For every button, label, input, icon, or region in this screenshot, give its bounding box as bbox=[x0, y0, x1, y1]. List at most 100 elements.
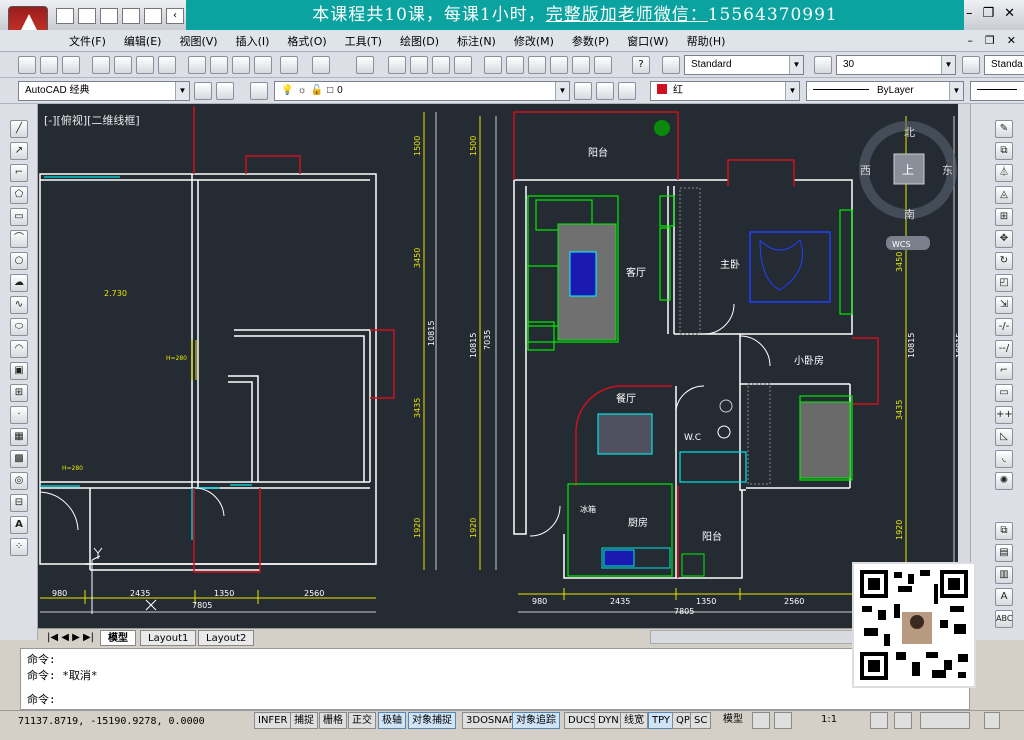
toggle-lineweight[interactable]: 线宽 bbox=[620, 712, 648, 729]
workspace-select[interactable]: AutoCAD 经典 ▼ bbox=[18, 81, 190, 101]
layer-state-icon[interactable] bbox=[618, 82, 636, 100]
draw-order-icon[interactable]: ⧉ bbox=[995, 522, 1013, 540]
send-back-icon[interactable]: ▥ bbox=[995, 566, 1013, 584]
model-space-button[interactable]: 模型 bbox=[720, 712, 746, 729]
point-icon[interactable]: · bbox=[10, 406, 28, 424]
toggle-ortho[interactable]: 正交 bbox=[348, 712, 376, 729]
layer-manager-icon[interactable] bbox=[250, 82, 268, 100]
drawing-canvas[interactable]: 2.730 H=280 H=280 980 2435 1350 2560 780… bbox=[38, 104, 970, 628]
chevron-down-icon[interactable]: ▼ bbox=[175, 82, 189, 100]
clean-screen-icon[interactable] bbox=[984, 712, 1000, 729]
viewcube-top-face[interactable]: 上 bbox=[902, 163, 914, 177]
abc-icon[interactable]: ABC bbox=[995, 610, 1013, 628]
toggle-dyn[interactable]: DYN bbox=[594, 712, 623, 729]
hatch-icon[interactable]: ▦ bbox=[10, 428, 28, 446]
tab-nav-arrows[interactable]: |◀ ◀ ▶ ▶| bbox=[40, 630, 101, 646]
design-center-icon[interactable] bbox=[506, 56, 524, 74]
auto-scale-icon[interactable] bbox=[894, 712, 912, 729]
gradient-icon[interactable]: ▩ bbox=[10, 450, 28, 468]
pan-icon[interactable] bbox=[388, 56, 406, 74]
command-window[interactable]: 命令: 命令: *取消* 命令: bbox=[20, 648, 970, 710]
quick-view-icon[interactable] bbox=[774, 712, 792, 729]
menu-item-0[interactable]: 文件(F) bbox=[60, 30, 115, 51]
rectangle-icon[interactable]: ▭ bbox=[10, 208, 28, 226]
table-icon[interactable]: ⊟ bbox=[10, 494, 28, 512]
sheet-set-icon[interactable] bbox=[550, 56, 568, 74]
tab-layout1[interactable]: Layout1 bbox=[140, 630, 197, 646]
publish-icon[interactable] bbox=[136, 56, 154, 74]
join-icon[interactable]: ++ bbox=[995, 406, 1013, 424]
3d-dwf-icon[interactable] bbox=[158, 56, 176, 74]
tab-model[interactable]: 模型 bbox=[100, 630, 136, 646]
save-as-icon[interactable] bbox=[122, 8, 140, 24]
workspace-settings-icon[interactable] bbox=[194, 82, 212, 100]
erase-icon[interactable]: ✎ bbox=[995, 120, 1013, 138]
polyline-icon[interactable]: ⌐ bbox=[10, 164, 28, 182]
explode-icon[interactable]: ✺ bbox=[995, 472, 1013, 490]
menu-item-5[interactable]: 工具(T) bbox=[336, 30, 391, 51]
color-select[interactable]: 红 ▼ bbox=[650, 81, 800, 101]
scale-icon[interactable]: ◰ bbox=[995, 274, 1013, 292]
restore-icon[interactable]: ❐ bbox=[983, 6, 995, 21]
chevron-down-icon[interactable]: ▼ bbox=[949, 82, 963, 100]
undo-icon[interactable]: ‹ bbox=[166, 8, 184, 24]
text-front-icon[interactable]: A bbox=[995, 588, 1013, 606]
bring-front-icon[interactable]: ▤ bbox=[995, 544, 1013, 562]
circle-icon[interactable]: ○ bbox=[10, 252, 28, 270]
toggle-tpy[interactable]: TPY bbox=[648, 712, 675, 729]
wcs-label[interactable]: WCS bbox=[892, 240, 911, 249]
menu-item-7[interactable]: 标注(N) bbox=[448, 30, 505, 51]
menu-item-2[interactable]: 视图(V) bbox=[170, 30, 226, 51]
fillet-icon[interactable]: ◟ bbox=[995, 450, 1013, 468]
undo-icon[interactable] bbox=[312, 56, 330, 74]
toggle-osnap[interactable]: 对象捕捉 bbox=[408, 712, 456, 729]
polygon-icon[interactable]: ⬠ bbox=[10, 186, 28, 204]
save-icon[interactable] bbox=[100, 8, 118, 24]
menu-item-11[interactable]: 帮助(H) bbox=[678, 30, 735, 51]
toggle-otrack[interactable]: 对象追踪 bbox=[512, 712, 560, 729]
open-icon[interactable] bbox=[40, 56, 58, 74]
layer-select[interactable]: 💡 ☼ 🔓 □ 0 ▼ bbox=[274, 81, 570, 101]
zoom-previous-icon[interactable] bbox=[454, 56, 472, 74]
copy-icon[interactable] bbox=[210, 56, 228, 74]
menu-item-6[interactable]: 绘图(D) bbox=[391, 30, 448, 51]
table-style-icon[interactable] bbox=[962, 56, 980, 74]
toggle-3dosnap[interactable]: 3DOSNAP bbox=[462, 712, 519, 729]
viewport-label[interactable]: [-][俯视][二维线框] bbox=[44, 112, 140, 128]
tab-layout2[interactable]: Layout2 bbox=[198, 630, 255, 646]
text-style-select[interactable]: Standard ▼ bbox=[684, 55, 804, 75]
move-icon[interactable]: ✥ bbox=[995, 230, 1013, 248]
menu-item-1[interactable]: 编辑(E) bbox=[115, 30, 171, 51]
offset-icon[interactable]: ◬ bbox=[995, 186, 1013, 204]
menu-item-8[interactable]: 修改(M) bbox=[505, 30, 563, 51]
plot-preview-icon[interactable] bbox=[114, 56, 132, 74]
construction-line-icon[interactable]: ↗ bbox=[10, 142, 28, 160]
customize-icon[interactable] bbox=[216, 82, 234, 100]
lineweight-select[interactable] bbox=[970, 81, 1024, 101]
viewcube[interactable] bbox=[859, 121, 957, 250]
text-style-icon[interactable] bbox=[662, 56, 680, 74]
line-icon[interactable]: ╱ bbox=[10, 120, 28, 138]
quickcalc-icon[interactable] bbox=[594, 56, 612, 74]
ellipse-arc-icon[interactable]: ◠ bbox=[10, 340, 28, 358]
chevron-down-icon[interactable]: ▼ bbox=[555, 82, 569, 100]
extend-icon[interactable]: --/ bbox=[995, 340, 1013, 358]
doc-restore-icon[interactable]: ❐ bbox=[985, 34, 995, 47]
break-at-point-icon[interactable]: ⌐ bbox=[995, 362, 1013, 380]
command-prompt[interactable]: 命令: bbox=[27, 691, 56, 707]
multiline-text-icon[interactable]: A bbox=[10, 516, 28, 534]
markup-icon[interactable] bbox=[572, 56, 590, 74]
copy-object-icon[interactable]: ⧉ bbox=[995, 142, 1013, 160]
menu-item-4[interactable]: 格式(O) bbox=[278, 30, 335, 51]
zoom-window-icon[interactable] bbox=[432, 56, 450, 74]
dim-scale-select[interactable]: 30 ▼ bbox=[836, 55, 956, 75]
chevron-down-icon[interactable]: ▼ bbox=[785, 82, 799, 100]
chevron-down-icon[interactable]: ▼ bbox=[789, 56, 803, 74]
match-properties-icon[interactable] bbox=[254, 56, 272, 74]
close-icon[interactable]: ✕ bbox=[1004, 6, 1015, 21]
redo-icon[interactable] bbox=[356, 56, 374, 74]
annotation-visibility-icon[interactable] bbox=[870, 712, 888, 729]
break-icon[interactable]: ▭ bbox=[995, 384, 1013, 402]
plot-icon[interactable] bbox=[92, 56, 110, 74]
toggle-grid[interactable]: 栅格 bbox=[319, 712, 347, 729]
